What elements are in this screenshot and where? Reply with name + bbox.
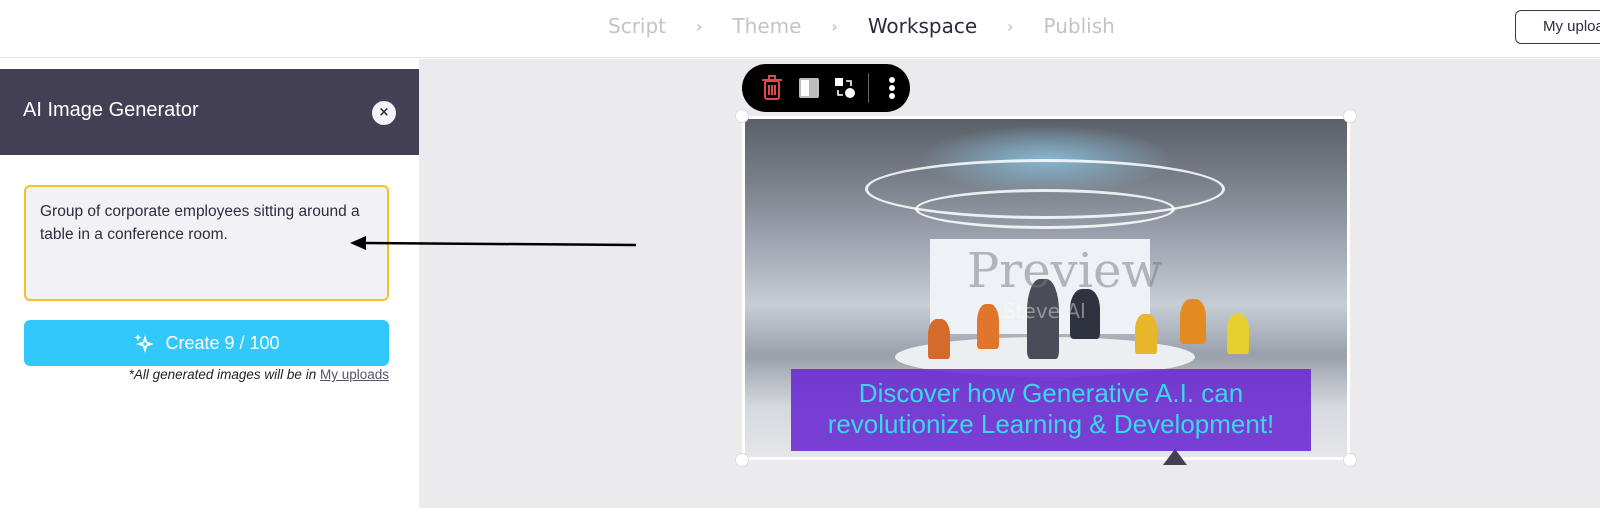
person	[928, 319, 950, 359]
person	[1135, 314, 1157, 354]
annotation-arrow	[350, 236, 637, 250]
more-icon[interactable]	[873, 68, 910, 108]
prompt-input[interactable]	[24, 185, 389, 301]
step-publish[interactable]: Publish	[1044, 14, 1115, 38]
ai-image-generator-panel: AI Image Generator × Create 9 / 100 *All…	[0, 59, 419, 508]
panel-header: AI Image Generator ×	[0, 69, 419, 155]
chevron-right-icon: ›	[1007, 16, 1014, 36]
uploads-note: *All generated images will be in My uplo…	[129, 367, 389, 382]
resize-handle-top-left[interactable]	[735, 109, 749, 123]
layer-handle-icon[interactable]	[1163, 449, 1187, 465]
person	[1180, 299, 1206, 344]
brand-watermark: Steve.AI	[1003, 299, 1086, 323]
trash-icon[interactable]	[754, 68, 791, 108]
flip-icon[interactable]	[791, 68, 828, 108]
sparkle-icon	[134, 334, 154, 353]
close-icon[interactable]: ×	[372, 101, 396, 125]
wizard-steps: Script › Theme › Workspace › Publish	[608, 14, 1115, 38]
ceiling-ring	[915, 189, 1175, 229]
chevron-right-icon: ›	[696, 16, 703, 36]
resize-handle-bottom-left[interactable]	[735, 453, 749, 467]
person	[1227, 314, 1249, 354]
preview-watermark: Preview	[967, 243, 1163, 299]
caption-text-box[interactable]: Discover how Generative A.I. can revolut…	[791, 369, 1311, 451]
my-uploads-link[interactable]: My uploads	[320, 367, 389, 382]
step-script[interactable]: Script	[608, 14, 666, 38]
person	[977, 304, 999, 349]
selected-image[interactable]: Preview Steve.AI Discover how Generative…	[742, 116, 1350, 460]
replace-icon[interactable]	[827, 68, 864, 108]
step-workspace[interactable]: Workspace	[868, 14, 977, 38]
my-uploads-button[interactable]: My uploads	[1515, 10, 1600, 44]
note-text: *All generated images will be in	[128, 367, 320, 382]
chevron-right-icon: ›	[831, 16, 838, 36]
resize-handle-bottom-right[interactable]	[1343, 453, 1357, 467]
panel-title: AI Image Generator	[23, 99, 199, 121]
resize-handle-top-right[interactable]	[1343, 109, 1357, 123]
element-toolbar	[742, 64, 910, 112]
create-button-label: Create 9 / 100	[165, 332, 280, 353]
step-theme[interactable]: Theme	[732, 14, 801, 38]
top-bar: Script › Theme › Workspace › Publish My …	[0, 0, 1600, 58]
toolbar-divider	[867, 73, 870, 103]
create-button[interactable]: Create 9 / 100	[24, 320, 389, 366]
